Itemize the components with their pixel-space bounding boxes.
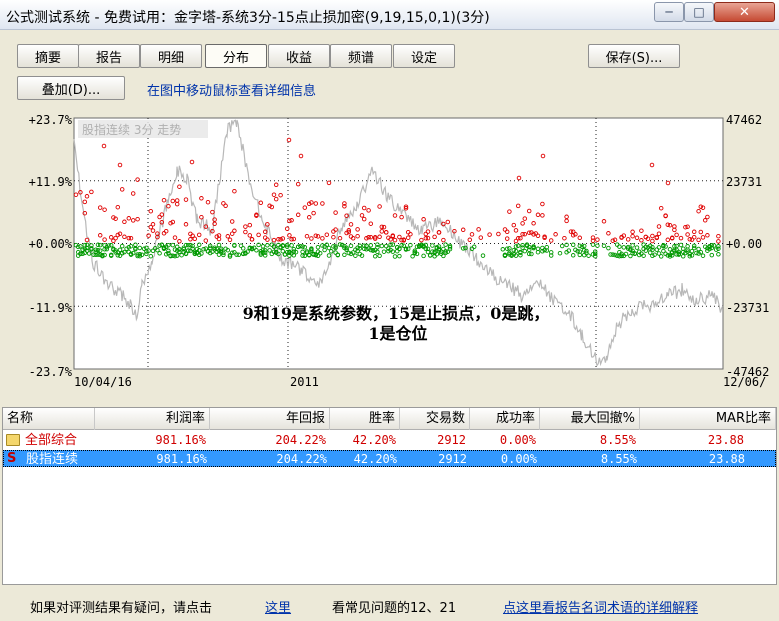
- chart-hint: 在图中移动鼠标查看详细信息: [147, 84, 317, 99]
- x-tick-label: 10/04/16: [74, 375, 132, 389]
- results-table: 名称 利润率 年回报 胜率 交易数 成功率 最大回撤% MAR比率 全部综合 9…: [2, 407, 777, 585]
- here-link[interactable]: 这里: [265, 597, 291, 616]
- table-row[interactable]: 全部综合 981.16% 204.22% 42.20% 2912 0.00% 8…: [3, 432, 776, 449]
- cell-mar: 23.88: [707, 433, 744, 447]
- legend-text: 股指连续 3分 走势: [82, 122, 181, 137]
- cell-winrate: 42.20%: [353, 452, 397, 466]
- cell-success: 0.00%: [499, 433, 536, 447]
- col-name[interactable]: 名称: [3, 408, 95, 430]
- glossary-link[interactable]: 点这里看报告名词术语的详细解释: [503, 597, 698, 616]
- cell-profit: 981.16%: [156, 452, 207, 466]
- right-axis: 4746223731+0.00-23731-47462: [726, 113, 769, 379]
- overlay-button[interactable]: 叠加(D)...: [17, 76, 125, 100]
- cell-profit: 981.16%: [155, 433, 206, 447]
- left-tick-label: +23.7%: [29, 113, 73, 127]
- right-tick-label: 47462: [726, 113, 762, 127]
- tab-detail[interactable]: 明细: [140, 44, 202, 68]
- chart-svg[interactable]: +23.7% +11.9% +0.00% -11.9% -23.7% 47462 2373…: [12, 110, 775, 392]
- tab-report[interactable]: 报告: [78, 44, 140, 68]
- tab-distribution[interactable]: 分布: [205, 44, 267, 68]
- col-profit[interactable]: 利润率: [95, 408, 210, 430]
- row-name: 全部综合: [25, 433, 78, 448]
- left-tick-label: +0.00%: [29, 237, 73, 251]
- maximize-icon[interactable]: □: [684, 2, 714, 22]
- cell-trades: 2912: [438, 452, 467, 466]
- save-button[interactable]: 保存(S)...: [588, 44, 680, 68]
- x-tick-label: 2011: [290, 375, 319, 389]
- table-header: 名称 利润率 年回报 胜率 交易数 成功率 最大回撤% MAR比率: [3, 408, 776, 430]
- cell-annual: 204.22%: [276, 452, 327, 466]
- right-tick-label: 23731: [726, 175, 762, 189]
- left-axis: +23.7% +11.9% +0.00% -11.9% -23.7%: [29, 113, 73, 379]
- footer: 如果对评测结果有疑问，请点击 这里 看常见问题的12、21 点这里看报告名词术语…: [0, 592, 779, 621]
- right-tick-label: -23731: [726, 301, 769, 315]
- cell-trades: 2912: [437, 433, 466, 447]
- title-bar: 公式测试系统 - 免费试用：金字塔-系统3分-15点止损加密(9,19,15,0…: [0, 0, 779, 30]
- footer-question: 如果对评测结果有疑问，请点击: [30, 601, 213, 616]
- left-tick-label: -11.9%: [29, 301, 73, 315]
- tab-returns[interactable]: 收益: [268, 44, 330, 68]
- footer-faq: 看常见问题的12、21: [332, 601, 457, 616]
- cell-drawdown: 8.55%: [599, 433, 636, 447]
- window-title: 公式测试系统 - 免费试用：金字塔-系统3分-15点止损加密(9,19,15,0…: [6, 10, 490, 26]
- col-mar[interactable]: MAR比率: [640, 408, 776, 430]
- annotation-line1: 9和19是系统参数，15是止损点，0是跳，: [243, 304, 550, 323]
- cell-success: 0.00%: [500, 452, 537, 466]
- col-winrate[interactable]: 胜率: [330, 408, 400, 430]
- annotation-line2: 1是仓位: [368, 324, 427, 343]
- tab-summary[interactable]: 摘要: [17, 44, 79, 68]
- col-drawdown[interactable]: 最大回撤%: [540, 408, 640, 430]
- col-success[interactable]: 成功率: [470, 408, 540, 430]
- minimize-icon[interactable]: ─: [654, 2, 684, 22]
- x-tick-label: 12/06/: [723, 375, 766, 389]
- row-name: 股指连续: [26, 452, 79, 467]
- right-tick-label: +0.00: [726, 237, 762, 251]
- cell-annual: 204.22%: [275, 433, 326, 447]
- left-tick-label: +11.9%: [29, 175, 73, 189]
- distribution-chart[interactable]: +23.7% +11.9% +0.00% -11.9% -23.7% 47462 2373…: [12, 110, 775, 392]
- x-axis: 10/04/16 2011 12/06/: [74, 375, 766, 389]
- tab-spectrum[interactable]: 频谱: [330, 44, 392, 68]
- col-annual[interactable]: 年回报: [210, 408, 330, 430]
- cell-winrate: 42.20%: [352, 433, 396, 447]
- tab-settings[interactable]: 设定: [393, 44, 455, 68]
- cell-mar: 23.88: [708, 452, 745, 466]
- cell-drawdown: 8.55%: [600, 452, 637, 466]
- close-icon[interactable]: ✕: [714, 2, 775, 22]
- table-row[interactable]: S 股指连续 981.16% 204.22% 42.20% 2912 0.00%…: [3, 450, 776, 467]
- left-tick-label: -23.7%: [29, 365, 73, 379]
- col-trades[interactable]: 交易数: [400, 408, 470, 430]
